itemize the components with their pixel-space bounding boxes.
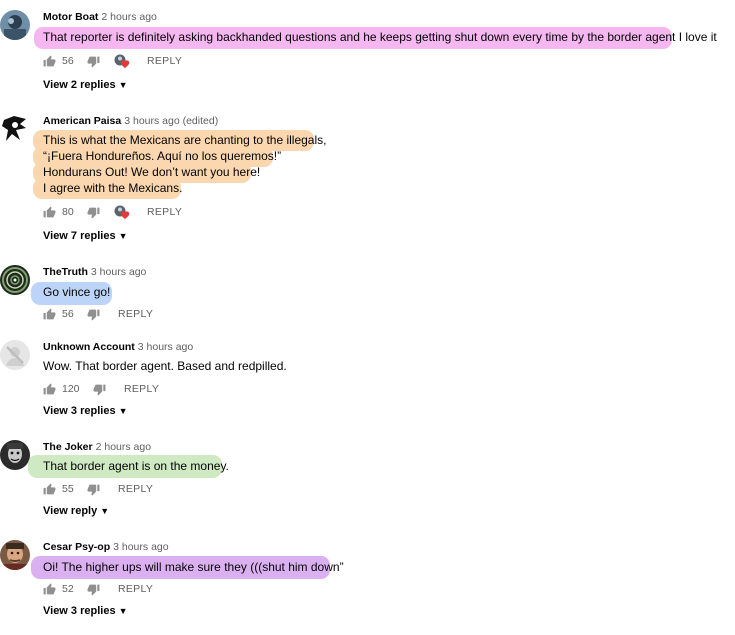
view-replies-label: View 3 replies xyxy=(43,405,116,417)
like-count: 56 xyxy=(62,55,74,67)
reply-button[interactable]: REPLY xyxy=(118,583,153,596)
author-name[interactable]: American Paisa xyxy=(43,115,121,127)
comment-text: Wow. That border agent. Based and redpil… xyxy=(43,359,287,373)
comment-time[interactable]: 3 hours ago (edited) xyxy=(124,115,218,127)
view-replies-button[interactable]: View 3 replies ▼ xyxy=(43,605,128,617)
comment-header: The Joker 2 hours ago xyxy=(43,441,151,453)
avatar[interactable] xyxy=(0,340,30,370)
thumb-down-icon[interactable] xyxy=(87,206,100,219)
avatar[interactable] xyxy=(0,540,30,570)
chevron-down-icon: ▼ xyxy=(118,231,128,241)
thumb-down-icon[interactable] xyxy=(93,383,106,396)
view-replies-label: View 7 replies xyxy=(43,230,116,242)
chevron-down-icon: ▼ xyxy=(118,406,128,416)
comment-text-line: “¡Fuera Hondureños. Aquí no los queremos… xyxy=(43,149,282,163)
comment-header: TheTruth 3 hours ago xyxy=(43,266,146,278)
thumb-up-icon[interactable] xyxy=(43,483,56,496)
avatar[interactable] xyxy=(0,265,30,295)
like-count: 120 xyxy=(62,383,80,395)
comment-text-line: Hondurans Out! We don’t want you here! xyxy=(43,165,261,179)
view-replies-label: View 3 replies xyxy=(43,605,116,617)
view-replies-label: View reply xyxy=(43,505,98,517)
reply-button[interactable]: REPLY xyxy=(118,483,153,496)
comment-text: That reporter is definitely asking backh… xyxy=(43,30,717,44)
avatar[interactable] xyxy=(0,10,30,40)
reply-button[interactable]: REPLY xyxy=(124,383,159,396)
comment-time[interactable]: 3 hours ago xyxy=(138,341,193,353)
reply-button[interactable]: REPLY xyxy=(118,308,153,321)
comment-time[interactable]: 2 hours ago xyxy=(96,441,151,453)
view-replies-button[interactable]: View 2 replies ▼ xyxy=(43,79,128,91)
avatar[interactable] xyxy=(0,440,30,470)
thumb-down-icon[interactable] xyxy=(87,583,100,596)
author-name[interactable]: Cesar Psy-op xyxy=(43,541,110,553)
thumb-up-icon[interactable] xyxy=(43,383,56,396)
chevron-down-icon: ▼ xyxy=(100,506,110,516)
comment-header: Unknown Account 3 hours ago xyxy=(43,341,193,353)
author-name[interactable]: The Joker xyxy=(43,441,93,453)
like-count: 55 xyxy=(62,483,74,495)
author-name[interactable]: TheTruth xyxy=(43,266,88,278)
like-count: 56 xyxy=(62,308,74,320)
comment-header: Motor Boat 2 hours ago xyxy=(43,11,157,23)
comment-time[interactable]: 2 hours ago xyxy=(101,11,156,23)
thumb-down-icon[interactable] xyxy=(87,308,100,321)
thumb-up-icon[interactable] xyxy=(43,55,56,68)
like-count: 52 xyxy=(62,583,74,595)
comment-header: Cesar Psy-op 3 hours ago xyxy=(43,541,169,553)
comment-text: That border agent is on the money. xyxy=(43,459,229,473)
comment-text-line: This is what the Mexicans are chanting t… xyxy=(43,133,327,147)
comment-text: Oi! The higher ups will make sure they (… xyxy=(43,560,344,574)
thumb-up-icon[interactable] xyxy=(43,308,56,321)
like-count: 80 xyxy=(62,206,74,218)
comment-text: Go vince go! xyxy=(43,285,111,299)
view-replies-label: View 2 replies xyxy=(43,79,116,91)
comment-time[interactable]: 3 hours ago xyxy=(113,541,168,553)
thumb-down-icon[interactable] xyxy=(87,483,100,496)
author-name[interactable]: Motor Boat xyxy=(43,11,98,23)
creator-heart-icon xyxy=(114,54,132,70)
thumb-up-icon[interactable] xyxy=(43,206,56,219)
reply-button[interactable]: REPLY xyxy=(147,206,182,219)
chevron-down-icon: ▼ xyxy=(118,606,128,616)
comment-text-line: I agree with the Mexicans. xyxy=(43,181,183,195)
view-replies-button[interactable]: View 7 replies ▼ xyxy=(43,230,128,242)
thumb-up-icon[interactable] xyxy=(43,583,56,596)
view-replies-button[interactable]: View reply ▼ xyxy=(43,505,109,517)
thumb-down-icon[interactable] xyxy=(87,55,100,68)
chevron-down-icon: ▼ xyxy=(118,80,128,90)
reply-button[interactable]: REPLY xyxy=(147,55,182,68)
avatar[interactable] xyxy=(0,114,30,144)
author-name[interactable]: Unknown Account xyxy=(43,341,135,353)
creator-heart-icon xyxy=(114,205,132,221)
view-replies-button[interactable]: View 3 replies ▼ xyxy=(43,405,128,417)
comment-time[interactable]: 3 hours ago xyxy=(91,266,146,278)
comment-header: American Paisa 3 hours ago (edited) xyxy=(43,115,218,127)
